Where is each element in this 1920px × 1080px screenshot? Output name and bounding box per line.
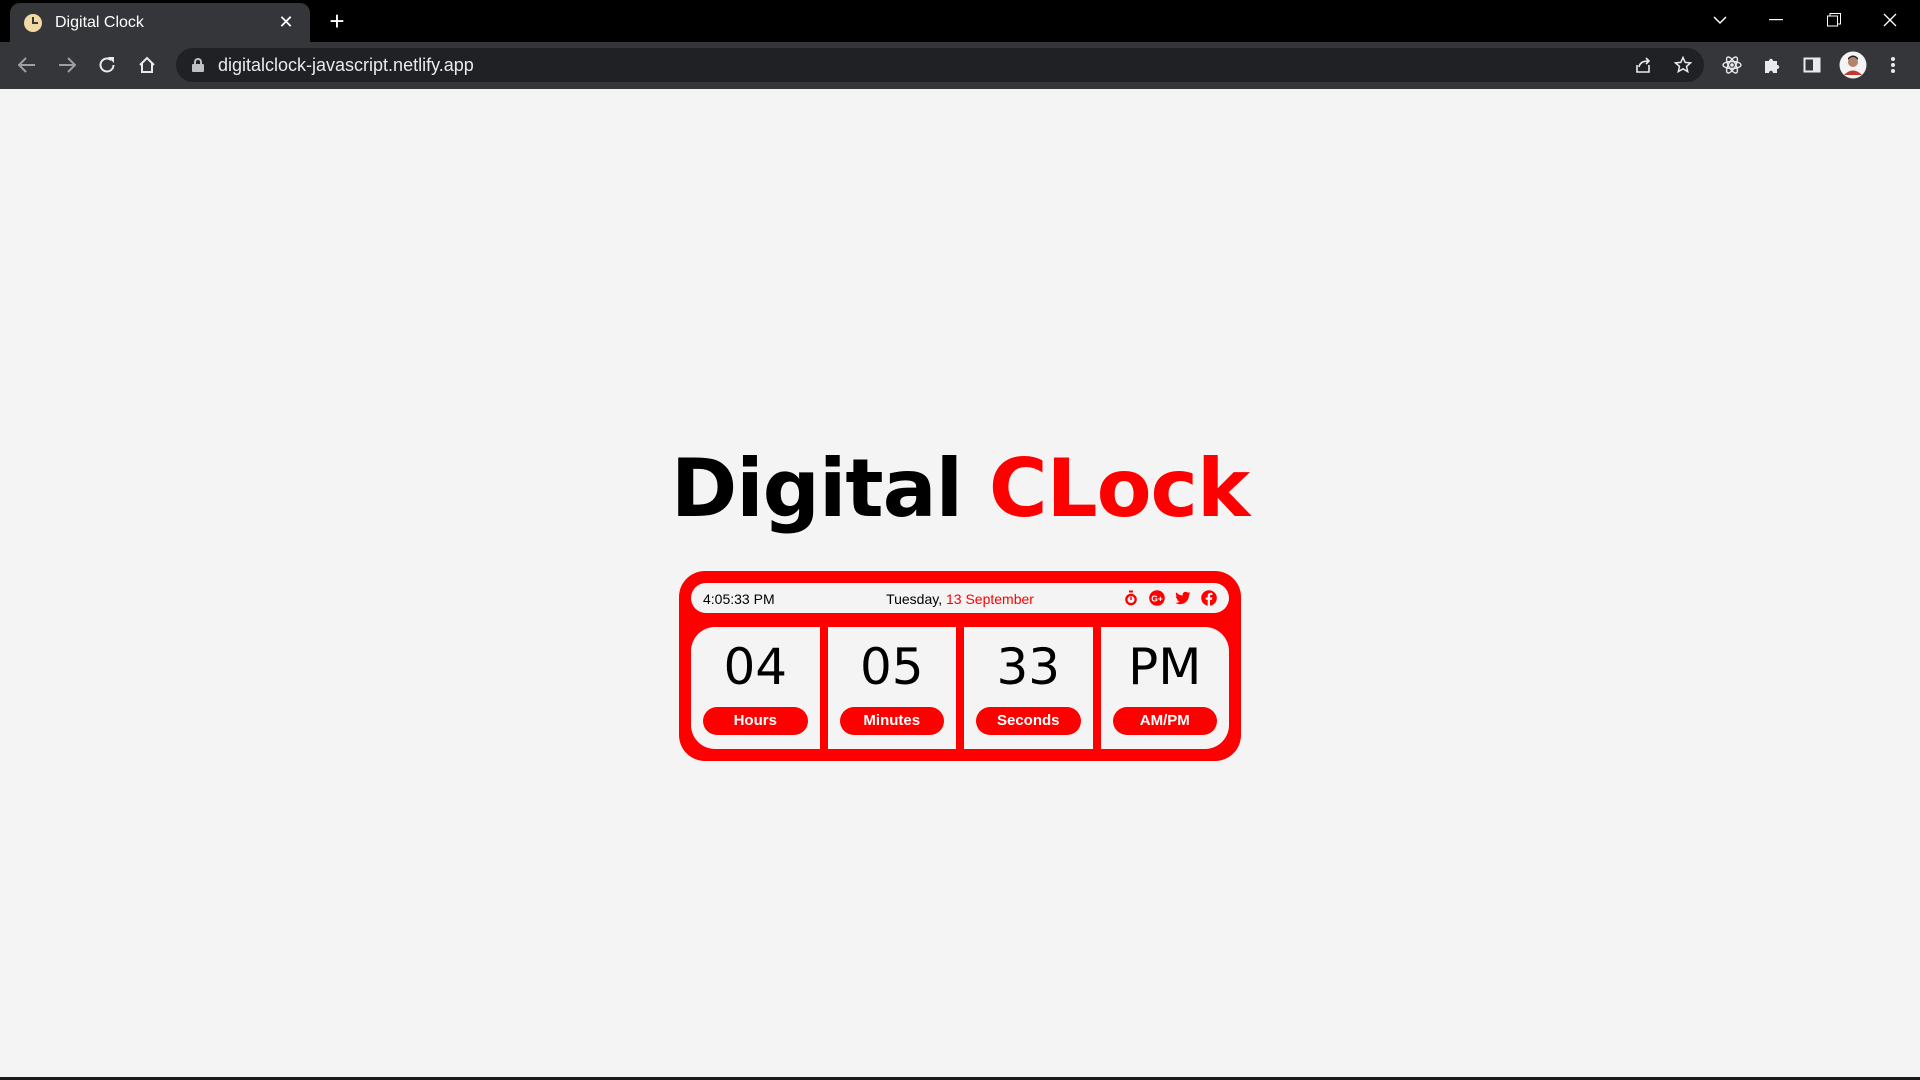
tab-title: Digital Clock xyxy=(55,13,144,31)
lock-icon[interactable] xyxy=(192,58,204,72)
forward-icon[interactable] xyxy=(52,50,82,80)
browser-titlebar: Digital Clock ✕ + xyxy=(0,0,1920,42)
new-tab-button[interactable]: + xyxy=(324,8,350,34)
google-plus-icon[interactable]: G+ xyxy=(1149,590,1165,606)
facebook-icon[interactable] xyxy=(1201,590,1217,606)
minutes-box: 05 Minutes xyxy=(827,627,956,749)
title-word-clock: CLock xyxy=(988,442,1250,535)
title-word-digital: Digital xyxy=(670,442,963,535)
hours-label: Hours xyxy=(703,707,808,735)
date-text: 13 September xyxy=(945,591,1034,607)
ampm-value: PM xyxy=(1128,638,1202,696)
browser-tab[interactable]: Digital Clock ✕ xyxy=(10,3,310,42)
reload-icon[interactable] xyxy=(92,50,122,80)
minutes-value: 05 xyxy=(859,638,924,696)
home-icon[interactable] xyxy=(132,50,162,80)
address-bar[interactable]: digitalclock-javascript.netlify.app xyxy=(176,48,1704,82)
social-links: G+ xyxy=(1123,590,1217,606)
url-text[interactable]: digitalclock-javascript.netlify.app xyxy=(218,55,474,76)
svg-text:G+: G+ xyxy=(1151,594,1163,604)
twitter-icon[interactable] xyxy=(1175,590,1191,606)
close-window-icon[interactable] xyxy=(1862,0,1918,40)
share-icon[interactable] xyxy=(1628,50,1658,80)
bookmark-star-icon[interactable] xyxy=(1668,50,1698,80)
side-panel-icon[interactable] xyxy=(1797,50,1827,80)
browser-toolbar: digitalclock-javascript.netlify.app xyxy=(0,42,1920,89)
page-title: Digital CLock xyxy=(0,444,1920,534)
tab-close-icon[interactable]: ✕ xyxy=(276,12,296,33)
clock-info-bar: 4:05:33 PM Tuesday, 13 September G+ xyxy=(691,583,1229,613)
browser-menu-icon[interactable] xyxy=(1878,50,1908,80)
tab-search-icon[interactable] xyxy=(1692,0,1748,40)
weekday: Tuesday, xyxy=(886,591,943,607)
clock-units: 04 Hours 05 Minutes 33 Seconds PM AM/PM xyxy=(691,627,1229,749)
minimize-icon[interactable] xyxy=(1748,0,1804,40)
hours-value: 04 xyxy=(723,638,788,696)
profile-avatar-icon[interactable] xyxy=(1838,50,1868,80)
seconds-value: 33 xyxy=(996,638,1061,696)
back-icon[interactable] xyxy=(12,50,42,80)
seconds-label: Seconds xyxy=(976,707,1081,735)
digital-clock-widget: 4:05:33 PM Tuesday, 13 September G+ 04 H… xyxy=(679,571,1241,761)
minutes-label: Minutes xyxy=(839,707,944,735)
react-devtools-icon[interactable] xyxy=(1717,50,1747,80)
extensions-puzzle-icon[interactable] xyxy=(1757,50,1787,80)
clock-favicon-icon xyxy=(24,13,42,32)
stopwatch-icon[interactable] xyxy=(1123,590,1139,606)
ampm-label: AM/PM xyxy=(1112,707,1217,735)
ampm-box: PM AM/PM xyxy=(1100,627,1229,749)
hours-box: 04 Hours xyxy=(691,627,820,749)
restore-icon[interactable] xyxy=(1806,0,1862,40)
seconds-box: 33 Seconds xyxy=(964,627,1093,749)
